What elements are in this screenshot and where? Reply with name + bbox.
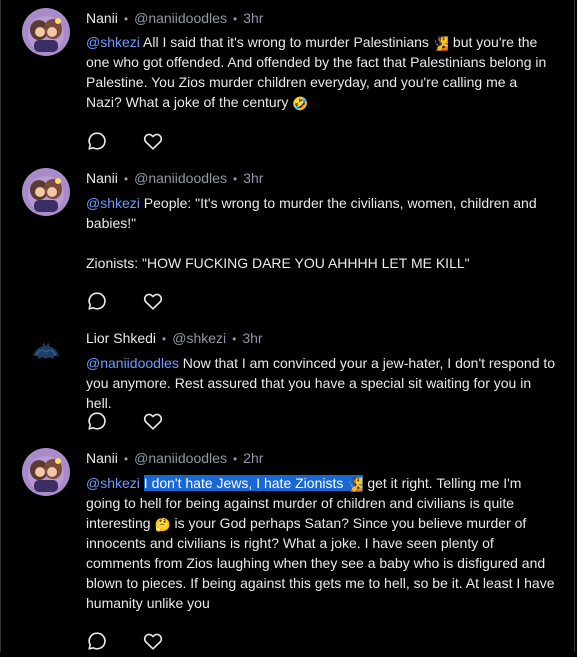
reply-icon [88,292,106,310]
post-text: @shkezi People: "It's wrong to murder th… [86,193,556,273]
avatar-drawing-icon [22,168,70,216]
post-header: Nanii • @naniidoodles • 2hr [86,449,263,468]
reply-button[interactable] [86,290,110,312]
separator: • [162,332,167,346]
text-segment: All I said that it's wrong to murder Pal… [139,34,433,50]
mention-link[interactable]: @shkezi [86,475,140,491]
separator: • [232,452,238,466]
separator: • [123,452,129,466]
heart-icon [143,293,163,310]
post-time[interactable]: 3hr [243,170,263,186]
like-button[interactable] [142,410,166,432]
heart-icon [143,133,163,150]
author-name[interactable]: Nanii [86,10,118,26]
avatar[interactable] [22,448,70,496]
avatar-drawing-icon [22,8,70,56]
post-text: @naniidoodles Now that I am convinced yo… [86,353,556,413]
post-text: @shkezi All I said that it's wrong to mu… [86,32,556,112]
avatar[interactable] [22,328,70,376]
reply-icon [88,132,106,150]
post-header: Lior Shkedi • @shkezi • 3hr [86,329,263,348]
post-text: @shkezi I don't hate Jews, I hate Zionis… [86,473,556,613]
emoji: 🤣 [292,96,309,111]
author-handle[interactable]: @naniidoodles [134,10,227,26]
heart-icon [143,633,163,650]
post-header: Nanii • @naniidoodles • 3hr [86,9,263,28]
mention-link[interactable]: @naniidoodles [86,355,179,371]
avatar-drawing-icon [22,448,70,496]
like-button[interactable] [142,130,166,152]
text-segment: I don't hate Jews, I hate Zionists [143,475,348,491]
reply-button[interactable] [86,130,110,152]
separator: • [232,172,238,186]
separator: • [232,12,238,26]
emoji: 🧏 [347,477,364,492]
post-time[interactable]: 3hr [243,10,263,26]
author-name[interactable]: Nanii [86,170,118,186]
author-handle[interactable]: @shkezi [172,330,226,346]
text-segment: People: "It's wrong to murder the civili… [86,195,537,231]
reply-button[interactable] [86,410,110,432]
like-button[interactable] [142,290,166,312]
mention-link[interactable]: @shkezi [86,34,140,50]
author-handle[interactable]: @naniidoodles [134,170,227,186]
emoji: 🤔 [154,517,171,532]
post-header: Nanii • @naniidoodles • 3hr [86,169,263,188]
reply-button[interactable] [86,630,110,652]
separator: • [123,12,129,26]
post-time[interactable]: 2hr [243,450,263,466]
reply-icon [88,412,106,430]
heart-icon [143,413,163,430]
text-line: @shkezi People: "It's wrong to murder th… [86,193,556,233]
avatar[interactable] [22,168,70,216]
reply-icon [88,632,106,650]
author-handle[interactable]: @naniidoodles [134,450,227,466]
text-line: Zionists: "HOW FUCKING DARE YOU AHHHH LE… [86,255,470,271]
avatar[interactable] [22,8,70,56]
emoji: 🧏 [432,36,450,51]
mention-link[interactable]: @shkezi [86,195,140,211]
post-time[interactable]: 3hr [242,330,262,346]
selected-text[interactable]: I don't hate Jews, I hate Zionists 🧏 [143,475,364,492]
author-name[interactable]: Lior Shkedi [86,330,156,346]
separator: • [232,332,237,346]
like-button[interactable] [142,630,166,652]
author-name[interactable]: Nanii [86,450,118,466]
separator: • [123,172,129,186]
avatar-batman-icon [22,328,70,376]
